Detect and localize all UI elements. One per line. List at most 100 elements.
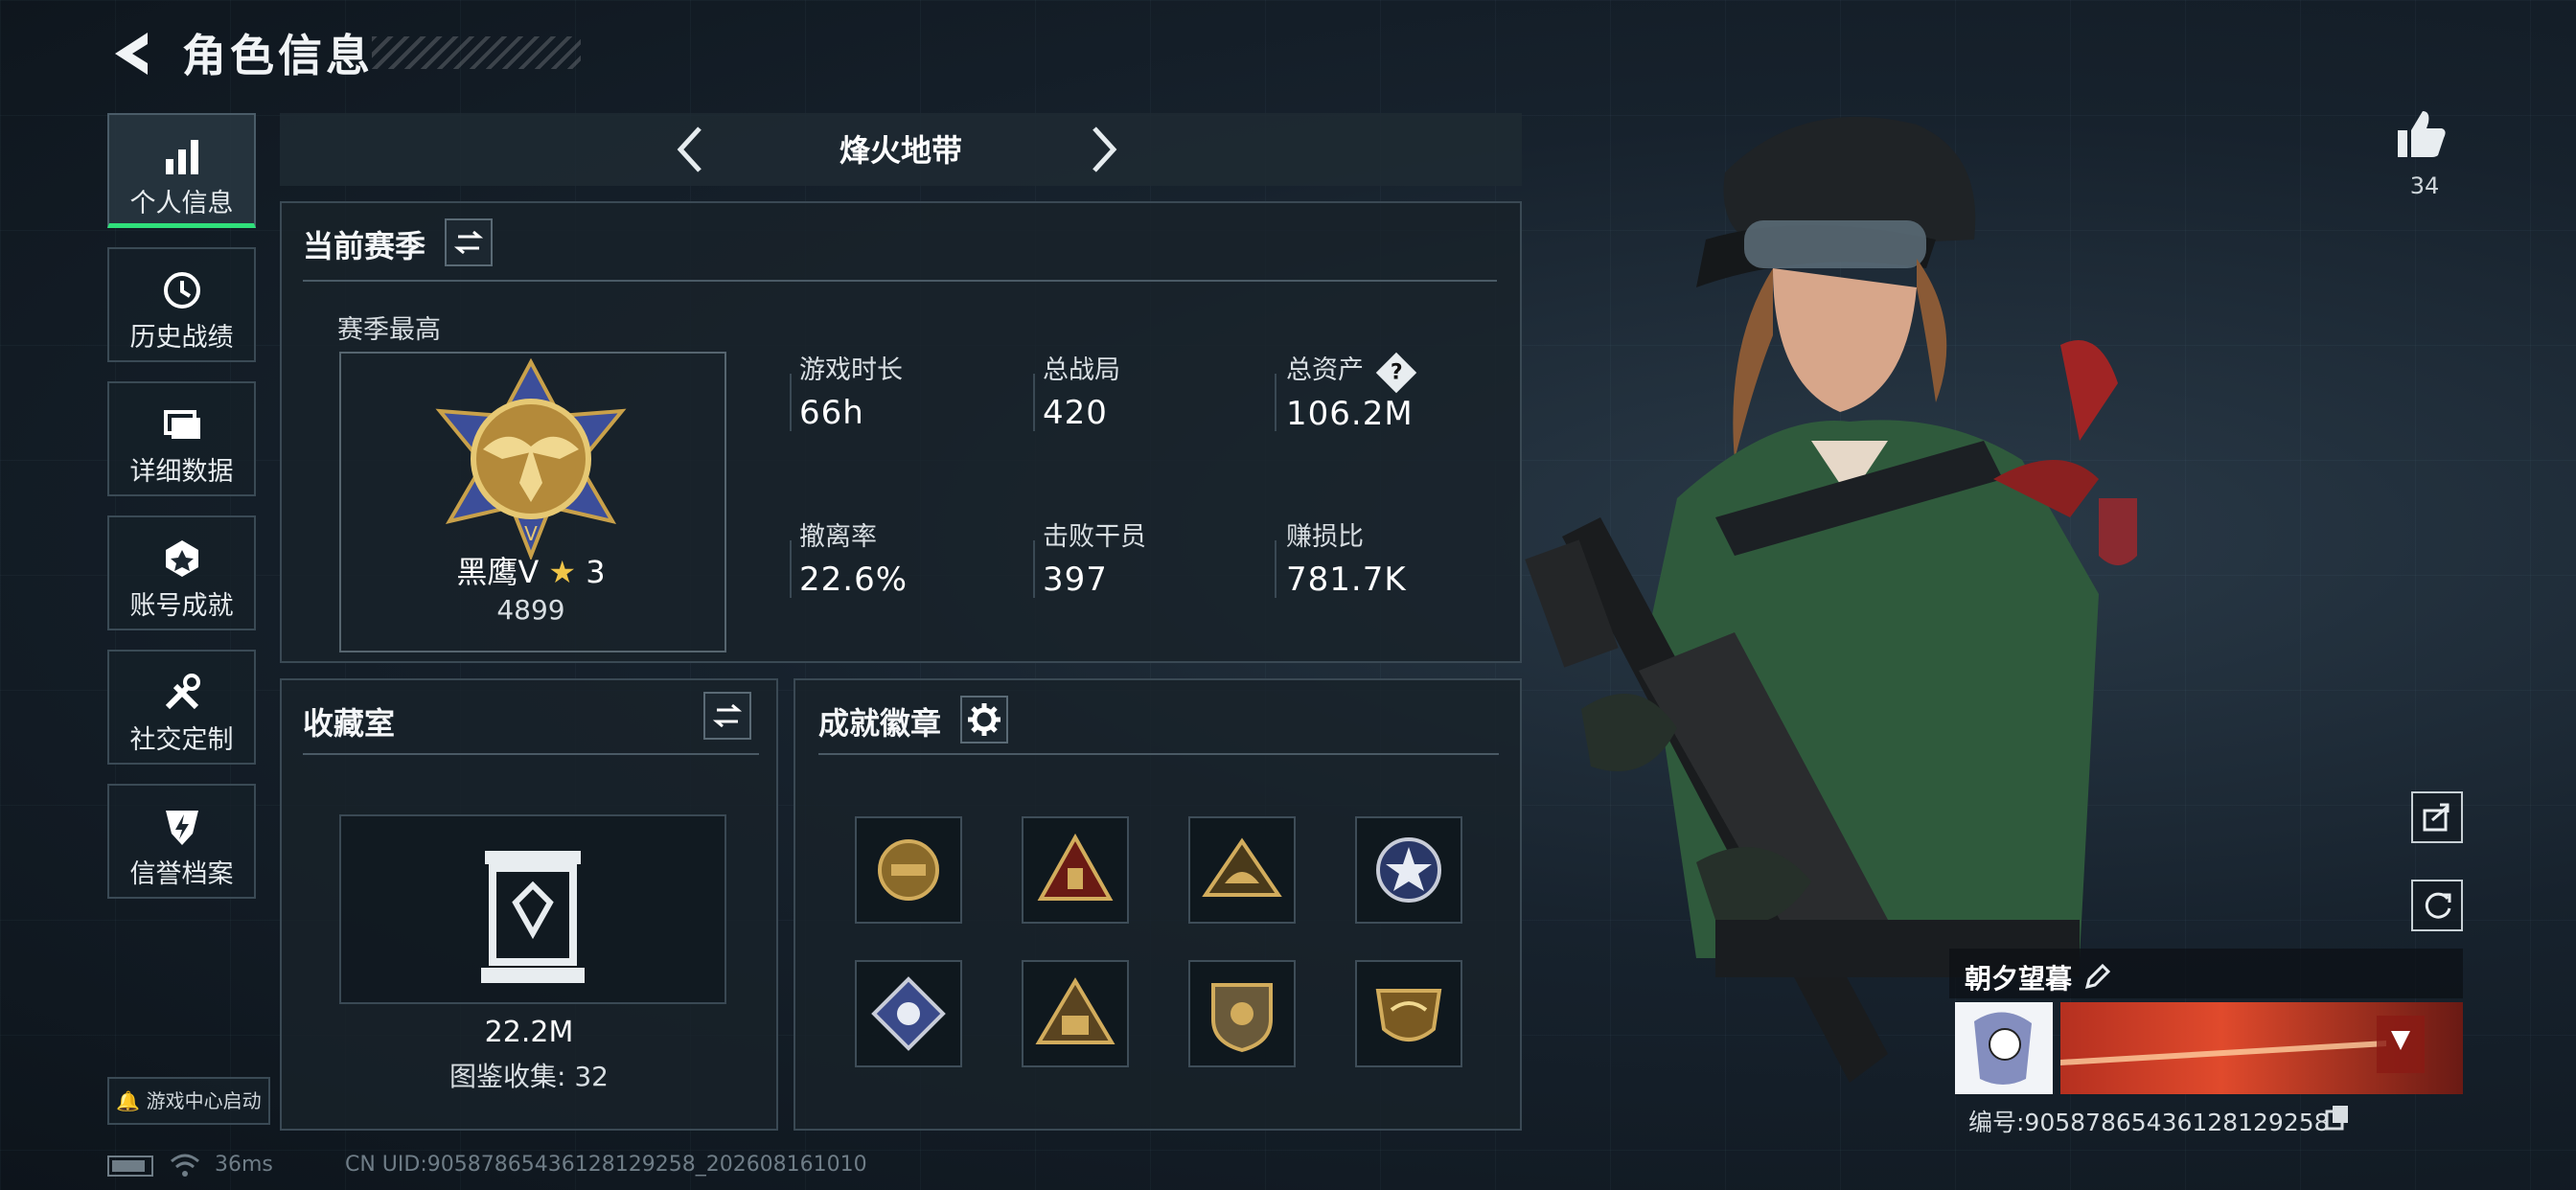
avatar-illustration-icon (1974, 1012, 2032, 1085)
stat-total-assets: 总资产 ? 106.2M (1286, 349, 1416, 433)
sidebar-item-detailed-data[interactable]: 详细数据 (107, 381, 256, 496)
like-count: 34 (2409, 172, 2440, 199)
stat-label: 撤离率 (799, 522, 877, 552)
sidebar-item-credit[interactable]: 信誉档案 (107, 784, 256, 899)
stat-value: 66h (799, 394, 864, 432)
refresh-button[interactable] (2411, 880, 2463, 931)
shield-badge-icon (1211, 983, 1273, 1053)
stat-kills: 击败干员 397 (1043, 515, 1146, 599)
stat-profit-ratio: 赚损比 781.7K (1286, 515, 1407, 599)
stat-label: 总战局 (1043, 355, 1120, 385)
rank-name: 黑鹰V (456, 554, 540, 590)
stat-value: 22.6% (799, 561, 908, 599)
refresh-icon (2425, 892, 2451, 919)
stat-label: 总资产 (1286, 355, 1364, 385)
sidebar-item-history[interactable]: 历史战绩 (107, 247, 256, 362)
medal-icon (165, 540, 198, 577)
history-clock-icon (163, 272, 200, 309)
season-switch-button[interactable] (445, 218, 493, 266)
star-badge-icon (1376, 837, 1441, 903)
stat-separator (790, 374, 792, 431)
bell-icon: 🔔 (116, 1089, 141, 1112)
sidebar-item-personal-info[interactable]: 个人信息 (107, 113, 256, 228)
rank-name-line: 黑鹰V ★ 3 (339, 548, 723, 592)
achievements-title: 成就徽章 (818, 705, 942, 742)
game-center-launch-button[interactable]: 🔔 游戏中心启动 (107, 1077, 270, 1125)
collection-gallery-count: 图鉴收集: 32 (449, 1061, 609, 1092)
nameplate-art-icon (2060, 1016, 2425, 1073)
stat-value: 397 (1043, 561, 1108, 599)
share-icon (2423, 803, 2450, 832)
collection-display[interactable] (339, 814, 726, 1004)
page-title: 角色信息 (182, 30, 374, 81)
mode-navigator: 烽火地带 (280, 113, 1522, 186)
help-glyph: ? (1390, 359, 1402, 384)
sidebar-item-label: 详细数据 (129, 457, 234, 487)
game-center-label: 游戏中心启动 (146, 1089, 262, 1112)
stat-separator (1275, 540, 1276, 598)
achievement-badge[interactable] (855, 960, 962, 1067)
share-button[interactable] (2411, 791, 2463, 843)
swap-icon (712, 703, 743, 728)
copy-icon[interactable] (2325, 1104, 2350, 1131)
sidebar-item-achievements[interactable]: 账号成就 (107, 515, 256, 630)
stat-value: 420 (1043, 394, 1108, 432)
stat-label: 击败干员 (1043, 522, 1146, 552)
achievement-badge[interactable] (1355, 960, 1462, 1067)
collection-switch-button[interactable] (703, 692, 751, 740)
stat-label: 赚损比 (1286, 522, 1364, 552)
display-case-icon (481, 851, 585, 983)
achievement-badge[interactable] (1188, 960, 1296, 1067)
collection-value: 22.2M (484, 1016, 574, 1049)
achievement-badge[interactable] (1022, 960, 1129, 1067)
season-divider (303, 280, 1497, 282)
player-name: 朝夕望暮 (1965, 963, 2073, 995)
help-icon[interactable]: ? (1375, 352, 1416, 394)
season-panel: 当前赛季 赛季最高 V 黑鹰V ★ 3 4899 游戏时长 66h 总战局 42… (280, 201, 1522, 663)
sidebar-item-social[interactable]: 社交定制 (107, 650, 256, 765)
triangle-badge-icon (1037, 833, 1114, 901)
shield-badge-icon (878, 839, 939, 901)
shield-badge-icon (1375, 989, 1442, 1041)
season-title: 当前赛季 (303, 228, 426, 264)
achievement-badge[interactable] (1188, 816, 1296, 924)
folder-icon (163, 410, 200, 439)
gear-icon (968, 703, 1000, 736)
stat-total-matches: 总战局 420 (1043, 349, 1120, 432)
diamond-badge-icon (871, 976, 946, 1051)
stat-extract-rate: 撤离率 22.6% (799, 515, 908, 599)
battery-icon (107, 1156, 153, 1177)
rank-stars: 3 (586, 554, 606, 590)
wifi-icon (171, 1154, 199, 1177)
edit-pencil-icon[interactable] (2083, 962, 2112, 991)
collection-title: 收藏室 (303, 705, 396, 742)
achievements-panel: 成就徽章 (794, 678, 1522, 1131)
ping-text: 36ms (215, 1153, 273, 1177)
stat-value: 106.2M (1286, 395, 1414, 433)
triangle-badge-icon (1035, 977, 1116, 1044)
uid-text: CN UID:9058786543612812925­8_20260816101… (345, 1153, 867, 1177)
player-avatar[interactable] (1955, 1002, 2053, 1094)
stat-playtime: 游戏时长 66h (799, 349, 903, 432)
achievements-divider (818, 753, 1499, 755)
achievement-badge[interactable] (1022, 816, 1129, 924)
player-nameplate-banner[interactable] (2060, 1002, 2463, 1094)
swap-icon (453, 230, 484, 255)
achievements-settings-button[interactable] (960, 696, 1008, 744)
achievement-badge[interactable] (1355, 816, 1462, 924)
stat-label: 游戏时长 (799, 355, 903, 385)
bar-chart-icon (165, 140, 198, 174)
achievement-badge[interactable] (855, 816, 962, 924)
stat-separator (1275, 374, 1276, 431)
rank-points: 4899 (496, 594, 565, 626)
triangle-badge-icon (1202, 837, 1282, 897)
mode-title: 烽火地带 (839, 132, 962, 169)
svg-text:V: V (524, 522, 538, 545)
sidebar-item-label: 个人信息 (129, 189, 234, 218)
stat-separator (1033, 540, 1035, 598)
like-thumb-icon[interactable] (2392, 105, 2450, 163)
next-mode-arrow-icon[interactable] (1087, 125, 1121, 174)
star-icon: ★ (548, 554, 577, 590)
back-icon[interactable] (105, 27, 159, 80)
sidebar-item-label: 社交定制 (129, 725, 234, 755)
